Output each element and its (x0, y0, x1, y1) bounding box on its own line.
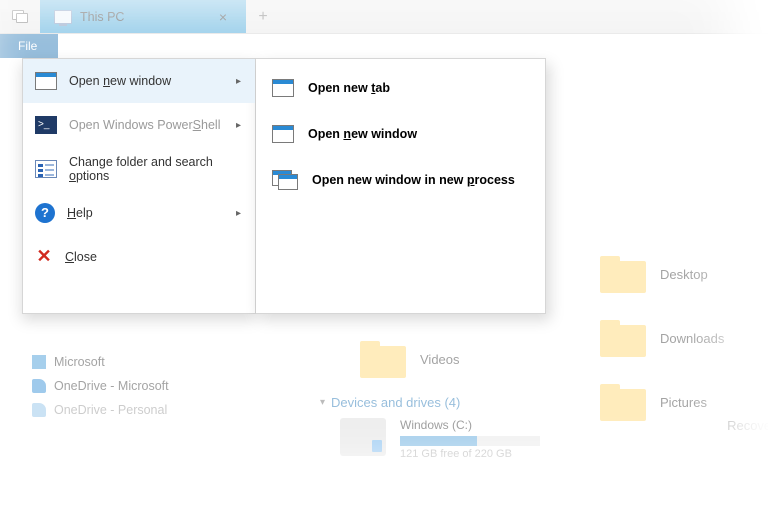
onedrive-icon (32, 403, 46, 417)
section-title: Devices and drives (4) (331, 395, 460, 410)
submenu-open-new-window[interactable]: Open new window (256, 111, 545, 157)
folder-label: Pictures (660, 395, 707, 410)
drive-subtitle: 121 GB free of 220 GB (400, 448, 540, 460)
new-tab-button[interactable]: + (246, 0, 280, 33)
titlebar: This PC × + (0, 0, 768, 34)
folder-icon (600, 383, 646, 421)
nav-item-onedrive-ms[interactable]: OneDrive - Microsoft (32, 374, 272, 398)
powershell-icon: >_ (35, 116, 57, 134)
nav-item-onedrive-personal[interactable]: OneDrive - Personal (32, 398, 272, 422)
onedrive-icon (32, 379, 46, 393)
menu-open-powershell[interactable]: >_ Open Windows PowerShell ▸ (23, 103, 255, 147)
file-menu-primary: Open new window ▸ >_ Open Windows PowerS… (22, 58, 256, 314)
menu-label: Open new window in new process (312, 173, 515, 187)
window-icon (35, 72, 57, 90)
drive-name: Recovery (727, 418, 768, 433)
menu-label: Help (67, 206, 224, 220)
folder-label: Desktop (660, 267, 708, 282)
menu-label: Close (65, 250, 243, 264)
drive-usage-bar (400, 436, 540, 446)
help-icon: ? (35, 203, 55, 223)
file-ribbon-tab[interactable]: File (0, 34, 58, 58)
tab-close-icon[interactable]: × (215, 9, 231, 25)
drive-windows-c[interactable]: Windows (C:) 121 GB free of 220 GB (340, 418, 540, 460)
folder-desktop[interactable]: Desktop (600, 255, 730, 293)
tab-title: This PC (80, 10, 207, 24)
microsoft-icon (32, 355, 46, 369)
folder-pictures[interactable]: Pictures (600, 383, 730, 421)
chevron-right-icon: ▸ (236, 120, 243, 131)
window-stack-icon (272, 170, 298, 190)
submenu-open-new-tab[interactable]: Open new tab (256, 65, 545, 111)
nav-label: Microsoft (54, 355, 105, 369)
submenu-open-new-process[interactable]: Open new window in new process (256, 157, 545, 203)
devices-section-header[interactable]: ▾ Devices and drives (4) (320, 395, 460, 410)
menu-help[interactable]: ? Help ▸ (23, 191, 255, 235)
drive-name: Windows (C:) (400, 418, 540, 432)
folder-downloads[interactable]: Downloads (600, 319, 730, 357)
chevron-right-icon: ▸ (236, 76, 243, 87)
folder-icon (600, 319, 646, 357)
menu-open-new-window[interactable]: Open new window ▸ (23, 59, 255, 103)
chevron-right-icon: ▸ (236, 208, 243, 219)
nav-item-microsoft[interactable]: Microsoft (32, 350, 272, 374)
folder-icon (360, 340, 406, 378)
window-icon (272, 125, 294, 143)
menu-label: Change folder and search options (69, 155, 243, 183)
menu-close[interactable]: ✕ Close (23, 235, 255, 279)
window-stack-icon[interactable] (0, 0, 40, 33)
nav-pane: Microsoft OneDrive - Microsoft OneDrive … (32, 350, 272, 422)
nav-label: OneDrive - Microsoft (54, 379, 169, 393)
file-menu: Open new window ▸ >_ Open Windows PowerS… (22, 58, 546, 314)
menu-folder-options[interactable]: Change folder and search options (23, 147, 255, 191)
tab-this-pc[interactable]: This PC × (40, 0, 246, 33)
drive-icon (340, 418, 386, 456)
menu-label: Open new window (308, 127, 417, 141)
window-icon (272, 79, 294, 97)
options-icon (35, 160, 57, 178)
menu-label: Open new tab (308, 81, 390, 95)
nav-label: OneDrive - Personal (54, 403, 167, 417)
drive-recovery[interactable]: Recovery (727, 418, 768, 433)
folder-videos[interactable]: Videos (360, 340, 460, 378)
folder-icon (600, 255, 646, 293)
folder-label: Videos (420, 352, 460, 367)
menu-label: Open Windows PowerShell (69, 118, 224, 132)
this-pc-icon (54, 10, 72, 24)
menu-label: Open new window (69, 74, 224, 88)
close-icon: ✕ (35, 248, 53, 266)
file-menu-submenu: Open new tab Open new window Open new wi… (256, 58, 546, 314)
chevron-down-icon: ▾ (320, 397, 325, 408)
folder-label: Downloads (660, 331, 724, 346)
